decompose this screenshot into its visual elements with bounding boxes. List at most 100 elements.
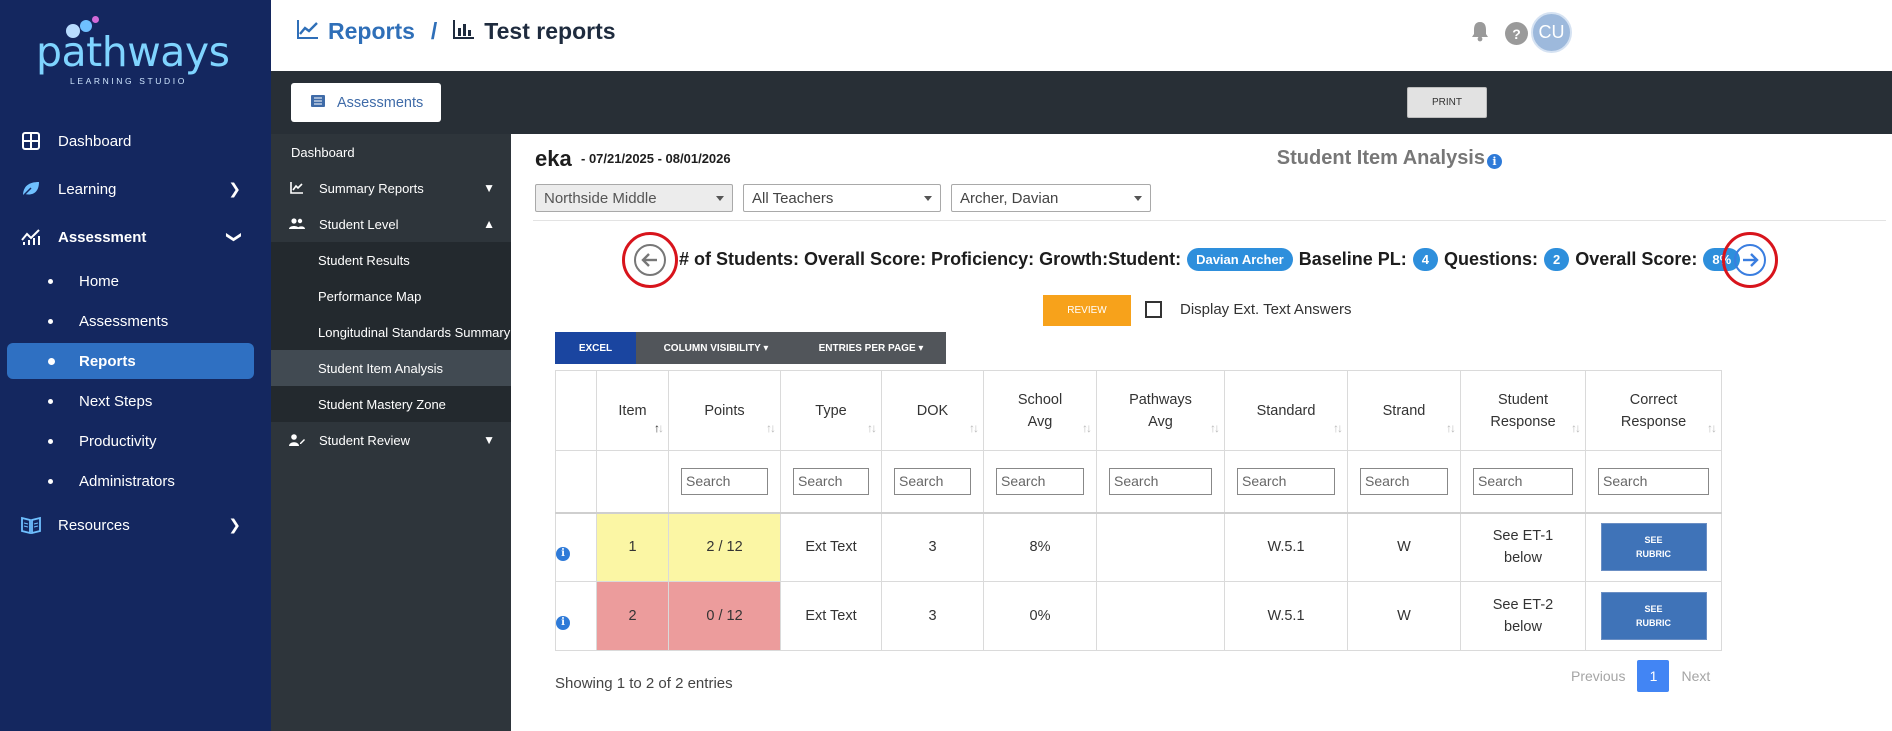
response-text: See ET-1: [1492, 528, 1554, 545]
search-input-school-avg[interactable]: Search: [996, 467, 1084, 495]
student-select[interactable]: Archer, Davian: [951, 184, 1151, 212]
excel-button[interactable]: EXCEL: [555, 332, 636, 364]
assessments-button[interactable]: Assessments: [291, 83, 441, 122]
cell-standard: W.5.1: [1224, 511, 1348, 582]
sort-icon: ↑↓: [1571, 421, 1581, 435]
col-correct-response[interactable]: Correct Response ↑↓: [1585, 370, 1722, 451]
nav-sub-productivity[interactable]: Productivity: [0, 423, 271, 459]
search-input-student-response[interactable]: Search: [1473, 467, 1573, 495]
col-standard[interactable]: Standard ↑↓: [1224, 370, 1348, 451]
bell-icon[interactable]: [1470, 20, 1490, 47]
col-label: Correct: [1629, 391, 1678, 408]
col-school-avg[interactable]: School Avg ↑↓: [983, 370, 1097, 451]
nav-resources-label: Resources: [58, 516, 130, 534]
info-icon[interactable]: i: [1487, 154, 1502, 169]
previous-student-arrow-icon[interactable]: [634, 244, 666, 276]
sidebar2-student-level[interactable]: Student Level ▲: [271, 206, 511, 242]
entries-per-page-button[interactable]: ENTRIES PER PAGE ▾: [796, 332, 946, 364]
sidebar2-label: Student Item Analysis: [318, 360, 444, 376]
sidebar2-student-results[interactable]: Student Results: [271, 242, 511, 278]
sidebar2-student-item-analysis[interactable]: Student Item Analysis: [271, 350, 511, 386]
search-input-strand[interactable]: Search: [1360, 467, 1448, 495]
sidebar2-performance-map[interactable]: Performance Map: [271, 278, 511, 314]
divider: [533, 220, 1886, 221]
see-rubric-button[interactable]: SEE RUBRIC: [1600, 523, 1707, 572]
search-input-dok[interactable]: Search: [894, 467, 971, 495]
column-visibility-button[interactable]: COLUMN VISIBILITY ▾: [636, 332, 796, 364]
student-summary: # of Students: Overall Score: Proficienc…: [511, 232, 1892, 288]
search-cell-empty: [596, 450, 669, 513]
nav-sub-home[interactable]: Home: [0, 263, 271, 299]
nav-dashboard[interactable]: Dashboard: [0, 119, 271, 163]
review-button[interactable]: REVIEW: [1043, 295, 1131, 326]
breadcrumb: Reports / Test reports: [297, 18, 616, 45]
nav-sub-administrators[interactable]: Administrators: [0, 463, 271, 499]
display-ext-checkbox[interactable]: [1145, 301, 1162, 318]
col-student-response[interactable]: Student Response ↑↓: [1460, 370, 1586, 451]
cell-pathways-avg: [1096, 511, 1225, 582]
nav-assessment[interactable]: Assessment ❯: [0, 215, 271, 259]
sidebar2-dashboard[interactable]: Dashboard: [271, 134, 511, 170]
nav-resources[interactable]: Resources ❯: [0, 503, 271, 547]
breadcrumb-reports[interactable]: Reports: [328, 18, 415, 45]
table-row: i 2 0 / 12 Ext Text 3 0% W.5.1 W See ET-…: [555, 581, 1722, 651]
sidebar2-student-mastery-zone[interactable]: Student Mastery Zone: [271, 386, 511, 422]
nav-sub-reports[interactable]: Reports: [7, 343, 254, 379]
nav-sub-assessments[interactable]: Assessments: [0, 303, 271, 339]
cell-points: 0 / 12: [668, 581, 781, 651]
bullet-icon: [48, 478, 53, 484]
sidebar2-longitudinal[interactable]: Longitudinal Standards Summary: [271, 314, 511, 350]
sort-icon: ↑↓: [766, 421, 776, 435]
baseline-badge: 4: [1412, 248, 1439, 271]
nav-dashboard-label: Dashboard: [58, 132, 132, 150]
col-pathways-avg[interactable]: Pathways Avg ↑↓: [1096, 370, 1225, 451]
search-cell: Search: [1224, 450, 1348, 513]
col-strand[interactable]: Strand ↑↓: [1347, 370, 1461, 451]
rubric-label: SEE: [1644, 535, 1663, 546]
col-label: Avg: [1027, 413, 1053, 430]
pagination-next[interactable]: Next: [1681, 668, 1710, 684]
overall-label: Overall Score:: [1575, 249, 1698, 269]
school-select[interactable]: Northside Middle: [535, 184, 733, 212]
sidebar2-label: Student Mastery Zone: [318, 396, 446, 412]
avatar[interactable]: CU: [1531, 12, 1572, 53]
line-chart-icon: [289, 182, 305, 194]
next-student-arrow-icon[interactable]: [1734, 244, 1766, 276]
help-icon[interactable]: ?: [1505, 22, 1528, 45]
search-input-standard[interactable]: Search: [1237, 467, 1335, 495]
teacher-select[interactable]: All Teachers: [743, 184, 941, 212]
bullet-icon: [48, 398, 53, 404]
sidebar2-label: Student Results: [318, 252, 410, 268]
sort-icon: ↑↓: [1707, 421, 1717, 435]
col-item[interactable]: Item ↑↓: [596, 370, 669, 451]
rubric-label: SEE: [1644, 604, 1663, 614]
pagination-previous[interactable]: Previous: [1571, 668, 1625, 684]
sidebar2-summary-reports[interactable]: Summary Reports ▼: [271, 170, 511, 206]
col-type[interactable]: Type ↑↓: [780, 370, 882, 451]
pagination-page-1[interactable]: 1: [1637, 660, 1670, 692]
info-icon[interactable]: i: [556, 616, 570, 630]
see-rubric-button[interactable]: SEE RUBRIC: [1600, 592, 1707, 640]
table-row: i 1 2 / 12 Ext Text 3 8% W.5.1 W See ET-…: [555, 511, 1722, 582]
chevron-right-icon: ❯: [228, 517, 241, 534]
sidebar2-label: Summary Reports: [319, 180, 424, 196]
col-dok[interactable]: DOK ↑↓: [881, 370, 984, 451]
cell-school-avg: 0%: [983, 581, 1097, 651]
search-input-type[interactable]: Search: [793, 467, 869, 495]
line-chart-icon: [297, 18, 319, 45]
search-input-correct-response[interactable]: Search: [1598, 467, 1709, 495]
pathways-logo[interactable]: pathways LEARNING STUDIO: [36, 10, 230, 86]
report-dates: - 07/21/2025 - 08/01/2026: [581, 151, 731, 166]
baseline-label: Baseline PL:: [1298, 249, 1407, 269]
search-input-pathways-avg[interactable]: Search: [1109, 467, 1212, 495]
cell-student-response: See ET-2 below: [1460, 581, 1586, 651]
sidebar2-student-review[interactable]: Student Review ▼: [271, 422, 511, 458]
col-label: Standard: [1256, 402, 1316, 419]
nav-sub-next-steps[interactable]: Next Steps: [0, 383, 271, 419]
print-button[interactable]: PRINT: [1407, 87, 1487, 118]
search-input-points[interactable]: Search: [681, 467, 768, 495]
col-label: Avg: [1148, 413, 1173, 430]
col-points[interactable]: Points ↑↓: [668, 370, 781, 451]
nav-learning[interactable]: Learning ❯: [0, 167, 271, 211]
info-icon[interactable]: i: [556, 547, 570, 562]
